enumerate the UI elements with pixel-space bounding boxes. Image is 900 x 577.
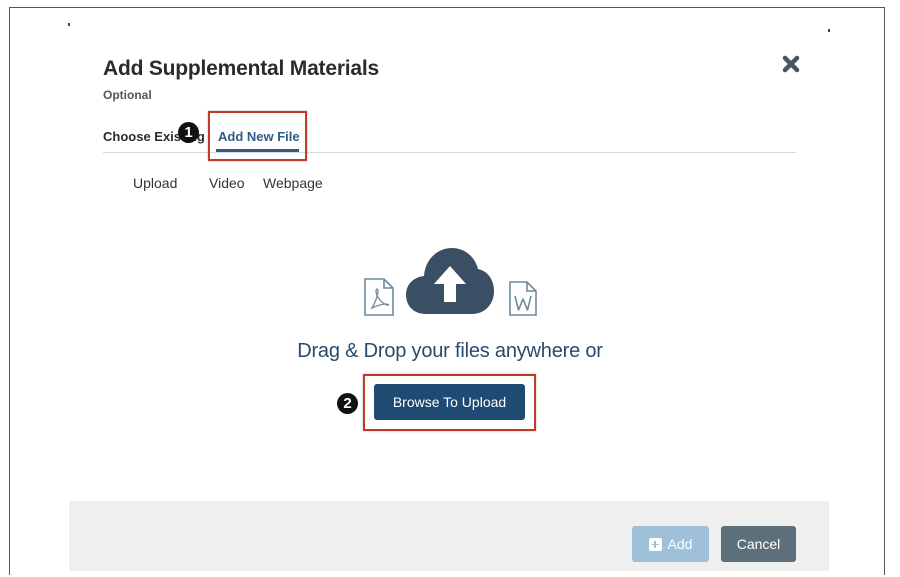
corner-mark: [68, 23, 70, 26]
add-button-label: Add: [667, 536, 693, 552]
drop-zone-text: Drag & Drop your files anywhere or: [297, 340, 603, 362]
step-badge-2: 2: [337, 393, 358, 414]
plus-square-icon: [648, 537, 662, 551]
add-button[interactable]: Add: [632, 526, 709, 562]
subtab-video[interactable]: Video: [209, 175, 245, 191]
corner-mark: [828, 29, 830, 32]
highlight-box-tab: [208, 111, 307, 161]
subtab-upload[interactable]: Upload: [133, 175, 177, 191]
step-badge-1: 1: [178, 122, 199, 143]
tab-bar: Choose Existing Add New File: [103, 120, 796, 153]
dialog-footer: Add Cancel: [69, 501, 829, 571]
word-file-icon: [509, 281, 537, 316]
cloud-upload-icon: [406, 248, 494, 314]
dialog-subtitle: Optional: [103, 88, 152, 102]
cancel-button[interactable]: Cancel: [721, 526, 796, 562]
browse-to-upload-button[interactable]: Browse To Upload: [374, 384, 525, 420]
pdf-file-icon: [364, 278, 394, 316]
subtab-webpage[interactable]: Webpage: [263, 175, 323, 191]
close-button[interactable]: [780, 53, 802, 75]
close-icon: [782, 55, 800, 73]
dialog-title: Add Supplemental Materials: [103, 57, 380, 80]
